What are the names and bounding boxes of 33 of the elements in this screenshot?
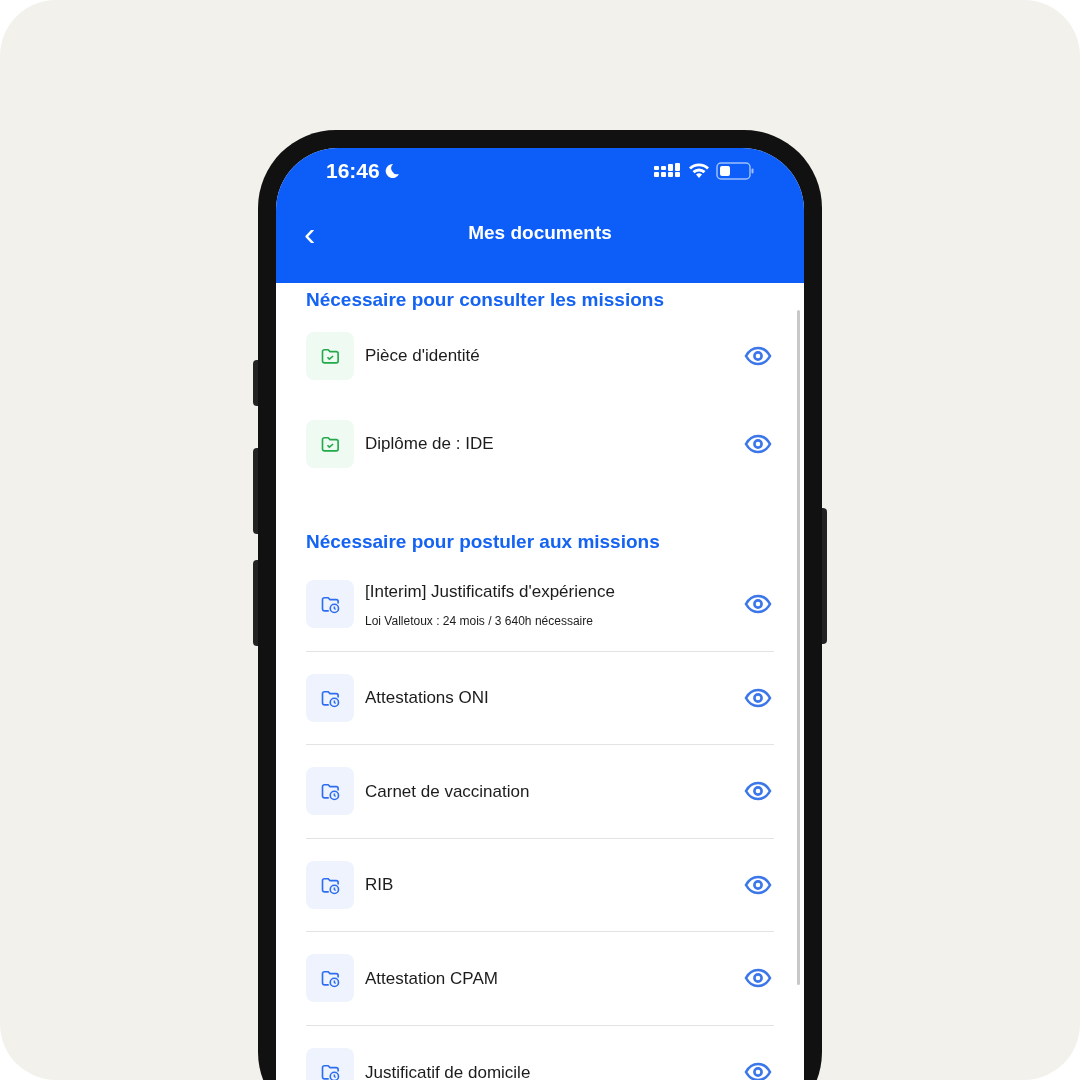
view-eye-icon[interactable] xyxy=(744,433,772,455)
view-eye-icon[interactable] xyxy=(744,967,772,990)
document-name: Pièce d'identité xyxy=(365,345,481,368)
view-eye-icon[interactable] xyxy=(744,345,772,367)
back-button[interactable]: ‹ xyxy=(304,218,316,248)
document-name: Attestations ONI xyxy=(365,687,490,709)
view-eye-icon[interactable] xyxy=(744,593,772,616)
view-eye-icon[interactable] xyxy=(744,873,772,896)
screen-title: Mes documents xyxy=(468,220,612,245)
folder-check-icon xyxy=(306,332,354,380)
folder-clock-icon xyxy=(306,860,354,909)
view-eye-icon[interactable] xyxy=(744,1061,772,1080)
battery-icon xyxy=(716,162,754,180)
folder-clock-icon xyxy=(306,580,354,629)
document-requirement: Loi Valletoux : 24 mois / 3 640h nécessaire xyxy=(365,613,594,630)
section-heading: Nécessaire pour postuler aux missions xyxy=(306,530,661,553)
clock-time: 16:46 xyxy=(326,158,380,185)
signal-icon xyxy=(654,163,682,179)
folder-check-icon xyxy=(306,420,354,468)
document-name: Carnet de vaccination xyxy=(365,780,531,803)
document-name: Attestation CPAM xyxy=(365,967,499,990)
view-eye-icon[interactable] xyxy=(744,780,772,803)
document-name: [Interim] Justificatifs d'expérience xyxy=(365,580,616,603)
moon-icon xyxy=(383,163,400,179)
document-name: Diplôme de : IDE xyxy=(365,433,495,456)
wifi-icon xyxy=(688,163,710,179)
folder-clock-icon xyxy=(306,767,354,816)
folder-clock-icon xyxy=(306,673,354,722)
view-eye-icon[interactable] xyxy=(744,686,772,709)
section-heading: Nécessaire pour consulter les missions xyxy=(306,288,665,311)
document-name: Justificatif de domicile xyxy=(365,1061,532,1080)
folder-clock-icon xyxy=(306,954,354,1003)
document-name: RIB xyxy=(365,874,395,896)
